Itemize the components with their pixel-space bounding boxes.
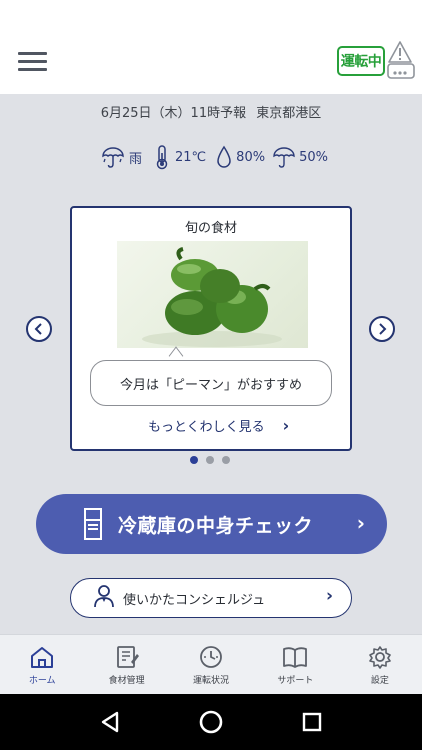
- chevron-right-icon: ›: [325, 586, 333, 606]
- hamburger-menu-icon[interactable]: [18, 52, 48, 72]
- tab-label: ホーム: [28, 676, 56, 686]
- fridge-icon: [84, 508, 102, 540]
- humidity-drop-icon: [216, 145, 232, 169]
- weather-temperature: 21℃: [175, 149, 207, 165]
- carousel-prev-button[interactable]: [26, 316, 52, 342]
- weather-rain-probability: 50%: [299, 149, 328, 165]
- tab-label: 設定: [370, 676, 389, 686]
- chevron-right-icon: ›: [282, 416, 290, 435]
- tab-label: サポート: [277, 676, 314, 686]
- see-more-link[interactable]: もっとくわしく見る ›: [148, 416, 289, 435]
- top-app-bar: 運転中: [0, 0, 422, 94]
- seasonal-food-card[interactable]: 旬の食材 今月は「ピーマン」がおすすめ もっとくわしく見る ›: [70, 206, 352, 451]
- umbrella-rain-icon: [101, 145, 125, 169]
- green-pepper-photo: [117, 241, 308, 348]
- back-icon[interactable]: [95, 707, 125, 737]
- recommendation-bubble: 今月は「ピーマン」がおすすめ: [90, 360, 332, 406]
- page-dot[interactable]: [206, 456, 214, 464]
- see-more-label: もっとくわしく見る: [148, 420, 265, 435]
- tab-home[interactable]: ホーム: [0, 635, 84, 694]
- forecast-location: 東京都港区: [256, 106, 322, 121]
- fridge-check-label: 冷蔵庫の中身チェック: [118, 514, 314, 537]
- bottom-navigation: ホーム 食材管理 運転状況 サポート 設定: [0, 634, 422, 694]
- concierge-label: 使いかたコンシェルジュ: [123, 592, 266, 608]
- thermometer-icon: [154, 144, 170, 170]
- settings-gear-icon: [369, 646, 391, 669]
- tab-support[interactable]: サポート: [253, 635, 337, 694]
- fridge-contents-check-button[interactable]: 冷蔵庫の中身チェック ›: [36, 494, 387, 554]
- operation-status-badge[interactable]: 運転中: [337, 46, 385, 76]
- weather-condition: 雨: [129, 151, 143, 167]
- recent-apps-icon[interactable]: [297, 707, 327, 737]
- weather-humidity: 80%: [236, 149, 266, 165]
- tab-label: 食材管理: [108, 676, 145, 686]
- carousel-page-indicator: [190, 456, 230, 464]
- tab-label: 運転状況: [193, 676, 230, 686]
- home-circle-icon[interactable]: [196, 707, 226, 737]
- router-warning-icon[interactable]: [385, 40, 415, 80]
- tab-operation-status[interactable]: 運転状況: [169, 635, 253, 694]
- chevron-right-icon: ›: [356, 511, 365, 535]
- carousel-next-button[interactable]: [369, 316, 395, 342]
- usage-concierge-button[interactable]: 使いかたコンシェルジュ ›: [70, 578, 352, 618]
- tab-food-management[interactable]: 食材管理: [84, 635, 168, 694]
- tab-settings[interactable]: 設定: [338, 635, 422, 694]
- operation-status-icon: [200, 646, 222, 668]
- rain-probability-umbrella-icon: [273, 145, 295, 169]
- concierge-person-icon: [93, 584, 115, 612]
- forecast-line: 6月25日（木）11時予報 東京都港区: [0, 102, 422, 121]
- home-icon: [31, 647, 54, 668]
- food-management-icon: [116, 646, 139, 668]
- forecast-date: 6月25日（木）11時予報: [100, 106, 247, 121]
- page-dot[interactable]: [222, 456, 230, 464]
- page-dot[interactable]: [190, 456, 198, 464]
- card-title: 旬の食材: [184, 221, 237, 236]
- weather-summary: 雨 21℃ 80% 50%: [101, 144, 328, 170]
- android-navigation-bar: [0, 694, 422, 750]
- support-book-icon: [283, 647, 308, 668]
